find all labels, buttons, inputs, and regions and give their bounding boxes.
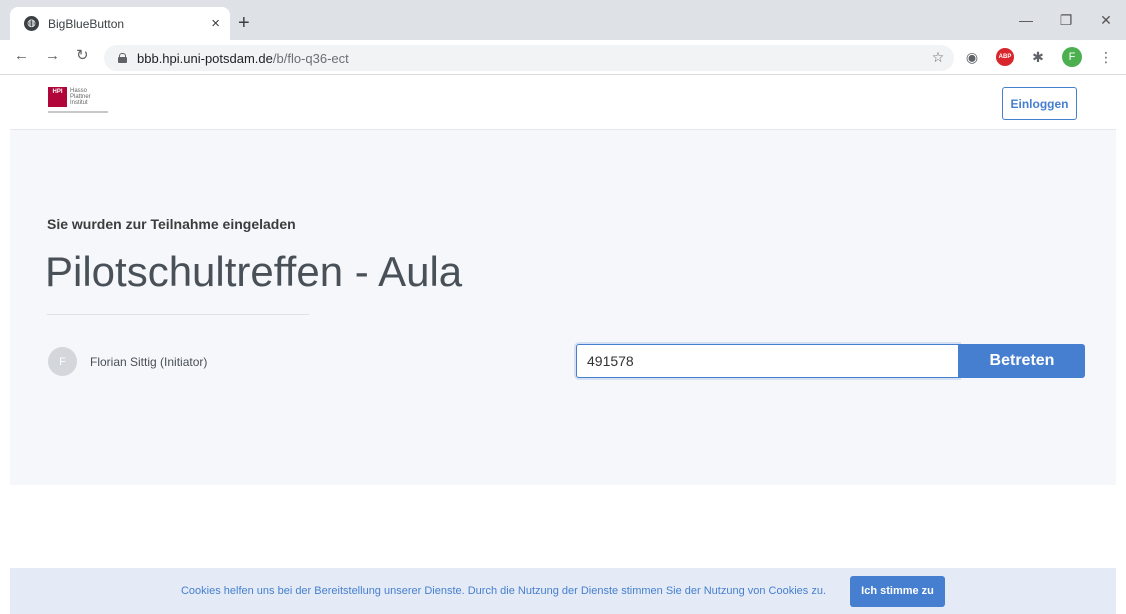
camera-icon[interactable]: ◉ [962, 47, 982, 67]
minimize-icon[interactable]: — [1006, 0, 1046, 40]
lock-icon [118, 53, 127, 63]
menu-kebab-icon[interactable]: ⋮ [1096, 47, 1116, 67]
adblock-icon[interactable]: ABP [996, 48, 1014, 66]
forward-icon[interactable]: → [45, 48, 60, 63]
name-input[interactable] [576, 344, 959, 378]
logo-mark: HPI [48, 87, 67, 107]
tab-title: BigBlueButton [48, 16, 125, 31]
hpi-logo[interactable]: HPI Hasso Plattner Institut [48, 87, 108, 113]
cookie-banner: Cookies helfen uns bei der Bereitstellun… [10, 568, 1116, 614]
browser-toolbar: ← → ↻ bbb.hpi.uni-potsdam.de/b/flo-q36-e… [0, 40, 1126, 75]
window-controls: — ❐ ✕ [1006, 0, 1126, 40]
site-header: HPI Hasso Plattner Institut Einloggen [10, 76, 1116, 130]
owner-avatar: F [48, 347, 77, 376]
logo-name: Hasso Plattner Institut [70, 88, 91, 106]
toolbar-icons: ☆ ◉ ABP ✱ F ⋮ [928, 47, 1116, 67]
url-host: bbb.hpi.uni-potsdam.de [137, 50, 273, 66]
browser-tab[interactable]: ◍ BigBlueButton × [10, 7, 230, 40]
restore-icon[interactable]: ❐ [1046, 0, 1086, 40]
join-button[interactable]: Betreten [959, 344, 1085, 378]
profile-avatar[interactable]: F [1062, 47, 1082, 67]
close-window-icon[interactable]: ✕ [1086, 0, 1126, 40]
room-hero: Sie wurden zur Teilnahme eingeladen Pilo… [10, 130, 1116, 485]
logo-tagline [48, 111, 108, 113]
tab-close-icon[interactable]: × [211, 16, 220, 31]
new-tab-button[interactable]: + [238, 13, 250, 33]
invite-text: Sie wurden zur Teilnahme eingeladen [47, 216, 296, 232]
address-bar[interactable]: bbb.hpi.uni-potsdam.de/b/flo-q36-ect [104, 45, 954, 71]
globe-icon: ◍ [24, 16, 39, 31]
browser-tab-strip: ◍ BigBlueButton × + — ❐ ✕ [0, 0, 1126, 40]
login-button[interactable]: Einloggen [1002, 87, 1077, 120]
url-path: /b/flo-q36-ect [272, 50, 349, 66]
room-owner: F Florian Sittig (Initiator) [48, 347, 207, 376]
room-title: Pilotschultreffen - Aula [45, 248, 463, 295]
extensions-puzzle-icon[interactable]: ✱ [1028, 47, 1048, 67]
reload-icon[interactable]: ↻ [76, 48, 89, 63]
back-icon[interactable]: ← [14, 48, 29, 63]
bookmark-star-icon[interactable]: ☆ [928, 47, 948, 67]
cookie-accept-button[interactable]: Ich stimme zu [850, 575, 946, 607]
owner-name: Florian Sittig (Initiator) [90, 354, 208, 369]
join-form: Betreten [576, 344, 1085, 378]
cookie-text: Cookies helfen uns bei der Bereitstellun… [180, 585, 827, 597]
divider [47, 314, 309, 315]
